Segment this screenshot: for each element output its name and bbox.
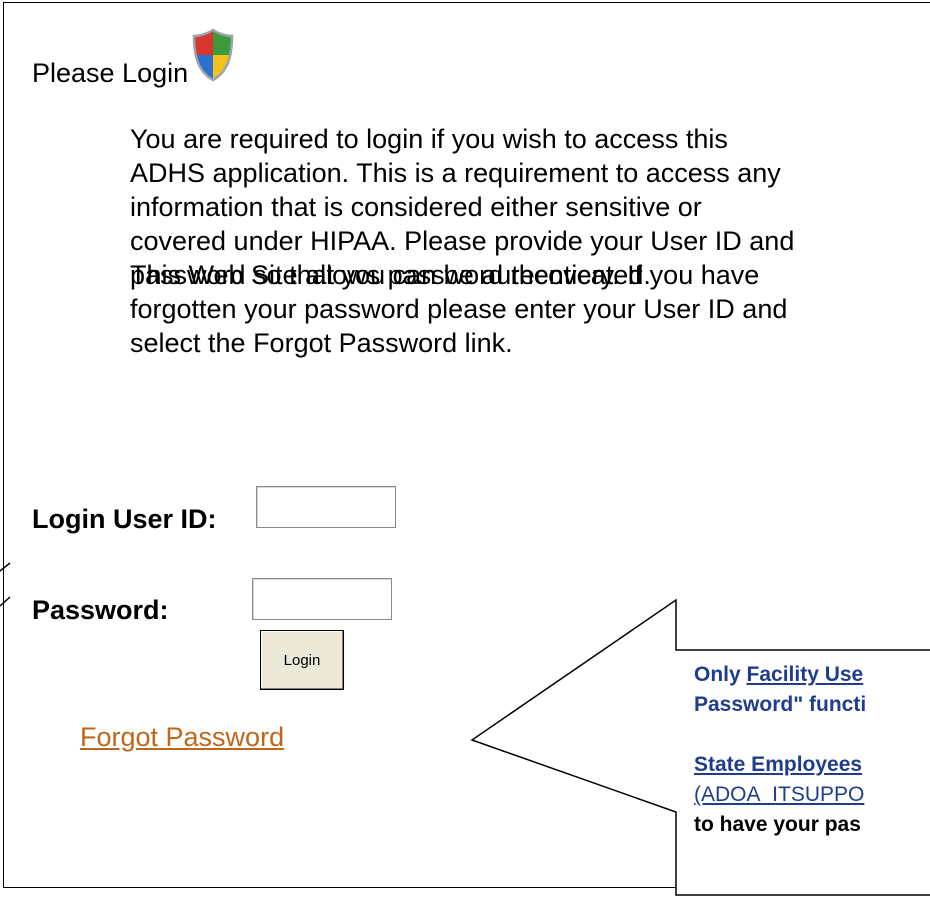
adoa-itsupport-link[interactable]: (ADOA_ITSUPPO [694, 780, 930, 810]
callout-text: Only Facility Use Password" functi State… [694, 660, 930, 840]
user-id-label: Login User ID: [32, 504, 217, 534]
shield-icon [191, 28, 235, 87]
title-row: Please Login [32, 28, 235, 89]
callout-line-prefix: Only [694, 663, 747, 686]
intro-line: information that is considered either se… [130, 192, 702, 222]
user-id-input[interactable] [256, 486, 396, 528]
password-input[interactable] [252, 578, 392, 620]
callout-line: Only Facility Use [694, 660, 930, 690]
intro-line: You are required to login if you wish to… [130, 124, 728, 154]
recovery-line: forgotten your password please enter you… [130, 294, 788, 324]
password-label: Password: [32, 595, 169, 625]
callout-line: Password" functi [694, 693, 867, 716]
login-button[interactable]: Login [260, 630, 344, 690]
facility-users-link[interactable]: Facility Use [747, 663, 864, 686]
intro-line: ADHS application. This is a requirement … [130, 158, 781, 188]
forgot-password-link[interactable]: Forgot Password [80, 722, 284, 753]
page-title: Please Login [32, 58, 189, 88]
recovery-line: This Web Site allows password recovery. … [130, 260, 760, 290]
intro-line: covered under HIPAA. Please provide your… [130, 226, 795, 256]
callout-spacer [694, 720, 930, 750]
recovery-paragraph: This Web Site allows password recovery. … [130, 258, 930, 360]
state-employees-link[interactable]: State Employees [694, 750, 930, 780]
callout-line: to have your pas [694, 813, 861, 836]
recovery-line: select the Forgot Password link. [130, 328, 513, 358]
